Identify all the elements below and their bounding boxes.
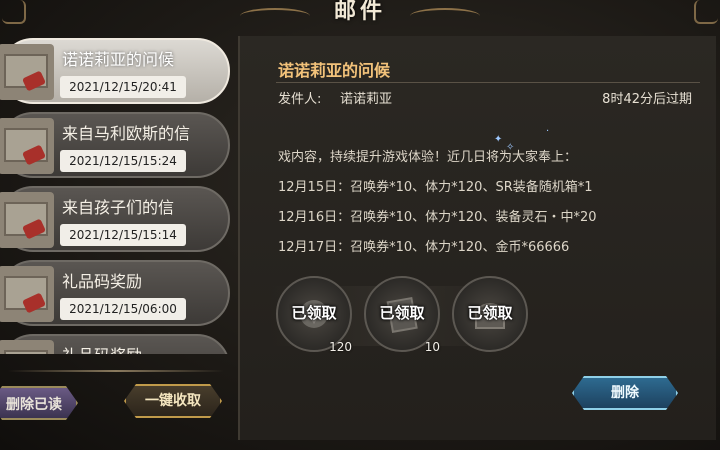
- envelope-icon: [0, 340, 54, 354]
- sparkle-icon: ·: [546, 126, 550, 137]
- mail-body-line: 12月17日：召唤券*10、体力*120、金币*66666: [278, 240, 570, 255]
- mail-body-line: 戏内容，持续提升游戏体验！近几日将为大家奉上：: [278, 150, 578, 165]
- header: 邮件: [240, 0, 480, 30]
- expire-time: 8时42分后过期: [602, 92, 692, 107]
- reward-claimed-label: 已领取: [291, 304, 337, 322]
- reward-claimed-label: 已领取: [467, 304, 513, 322]
- mail-item-selected[interactable]: 诺诺莉亚的问候 2021/12/15/20:41: [0, 38, 230, 104]
- header-ornament-right: [410, 8, 480, 24]
- reward-slot[interactable]: 已领取: [452, 276, 528, 352]
- envelope-icon: [0, 44, 54, 100]
- reward-slot[interactable]: 已领取 120: [276, 276, 352, 354]
- corner-ornament-right: [694, 0, 718, 24]
- mail-item[interactable]: 礼品码奖励 2021/12/15/06:00: [0, 260, 230, 326]
- reward-quantity: 10: [424, 340, 440, 354]
- envelope-icon: [0, 266, 54, 322]
- mail-item-date: 2021/12/15/06:00: [60, 298, 186, 320]
- delete-button[interactable]: 删除: [572, 376, 678, 410]
- sender-name: 诺诺莉亚: [340, 92, 393, 107]
- mail-item-date: 2021/12/15/20:41: [60, 76, 186, 98]
- reward-claimed-label: 已领取: [379, 304, 425, 322]
- corner-ornament-left: [2, 0, 26, 24]
- mail-item-date: 2021/12/15/15:14: [60, 224, 186, 246]
- mail-detail-title: 诺诺莉亚的问候: [278, 61, 391, 80]
- reward-slot[interactable]: 已领取 10: [364, 276, 440, 354]
- envelope-icon: [0, 192, 54, 248]
- sender-label: 发件人:: [278, 92, 322, 107]
- mail-item-title: 礼品码奖励: [62, 342, 142, 354]
- detail-divider: [276, 82, 700, 83]
- collect-all-button[interactable]: 一键收取: [124, 384, 222, 418]
- reward-quantity: 120: [329, 340, 352, 354]
- sparkle-icon: ✦: [494, 134, 503, 145]
- mail-body-line: 12月15日：召唤券*10、体力*120、SR装备随机箱*1: [278, 180, 593, 195]
- list-divider: [8, 370, 224, 372]
- mail-item[interactable]: 礼品码奖励: [0, 334, 230, 354]
- mail-body-line: 12月16日：召唤券*10、体力*120、装备灵石・中*20: [278, 210, 597, 225]
- header-ornament-left: [240, 8, 310, 24]
- sparkle-icon: ✧: [506, 142, 515, 153]
- mail-item-title: 来自马利欧斯的信: [62, 124, 191, 143]
- mail-item[interactable]: 来自马利欧斯的信 2021/12/15/15:24: [0, 112, 230, 178]
- mail-item-title: 诺诺莉亚的问候: [62, 50, 175, 69]
- mail-list[interactable]: 诺诺莉亚的问候 2021/12/15/20:41 来自马利欧斯的信 2021/1…: [0, 36, 232, 354]
- envelope-icon: [0, 118, 54, 174]
- delete-read-button[interactable]: 删除已读: [0, 386, 78, 420]
- mail-item-date: 2021/12/15/15:24: [60, 150, 186, 172]
- mail-item-title: 礼品码奖励: [62, 272, 143, 291]
- mail-item[interactable]: 来自孩子们的信 2021/12/15/15:14: [0, 186, 230, 252]
- mail-item-title: 来自孩子们的信: [62, 198, 175, 217]
